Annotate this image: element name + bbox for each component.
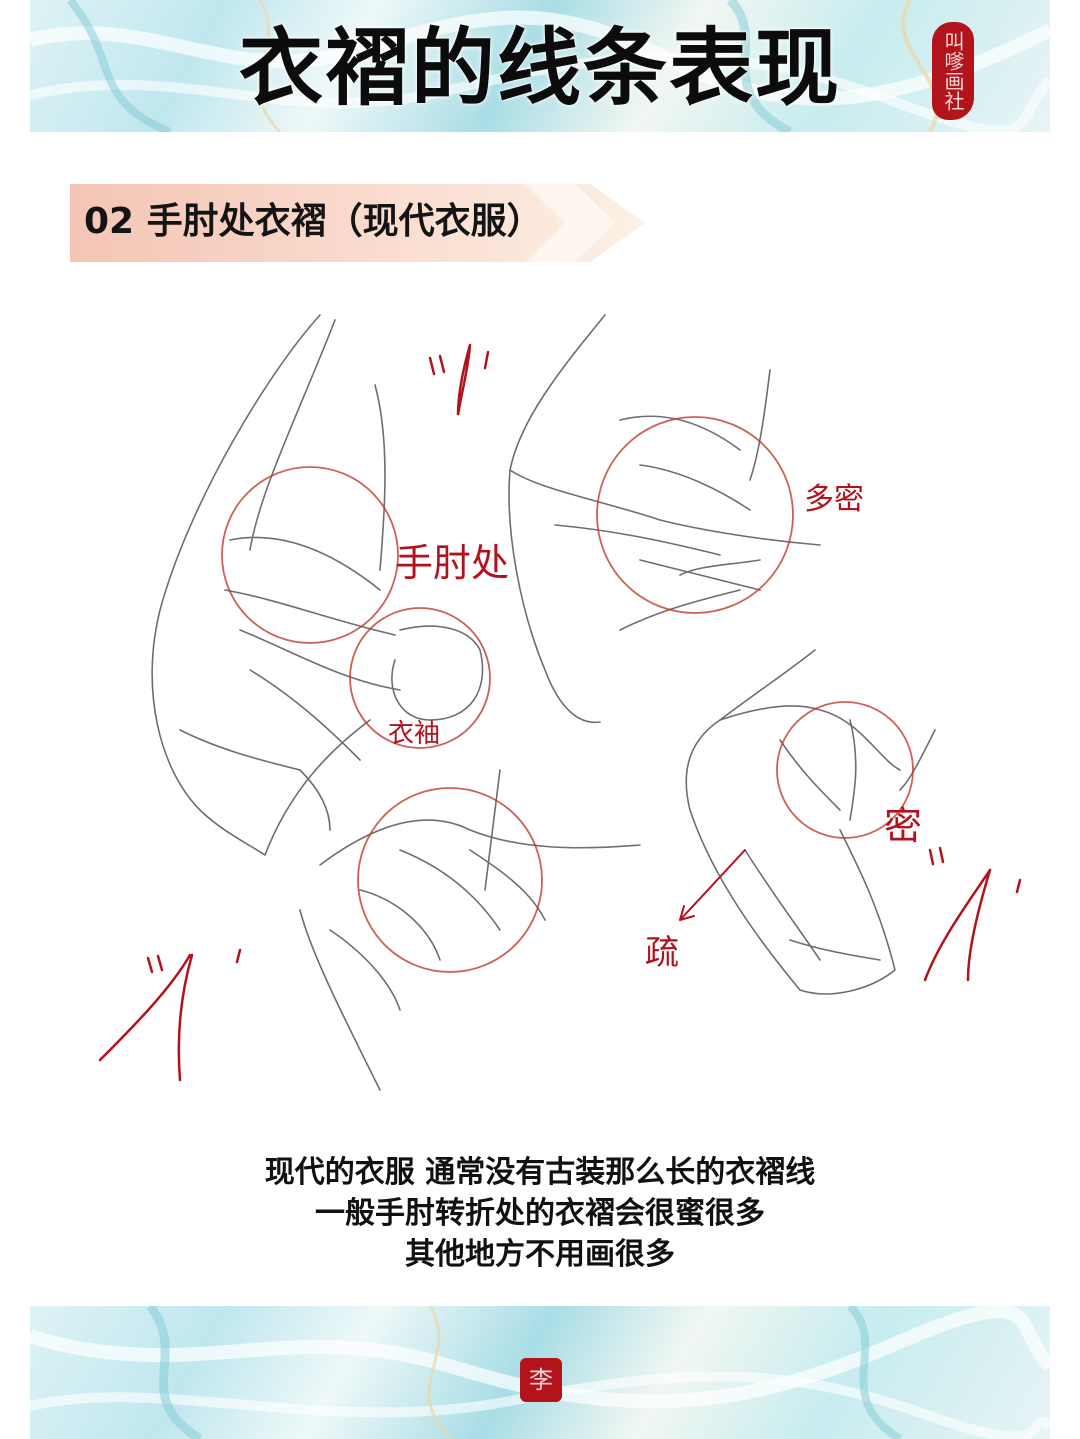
- caption-line-3: 其他地方不用画很多: [405, 1237, 675, 1272]
- annotation-cuff: 衣袖: [388, 719, 441, 749]
- section-title: 02 手肘处衣褶（现代衣服）: [84, 201, 543, 242]
- annotation-elbow: 手肘处: [395, 541, 510, 585]
- top-banner: 衣褶的线条表现: [30, 0, 1050, 132]
- artist-seal: 叫嗲画社: [932, 22, 974, 120]
- sleeve-sketch-illustration: [98, 314, 1022, 1091]
- annotation-many-dense: 多密: [804, 482, 864, 517]
- focus-circle-bottom: [357, 787, 543, 973]
- focus-circle-upper-right: [596, 416, 794, 614]
- annotation-sparse: 疏: [645, 933, 679, 973]
- focus-circle-elbow: [221, 466, 399, 644]
- caption-line-1: 现代的衣服 通常没有古装那么长的衣褶线: [264, 1155, 816, 1190]
- caption-line-2: 一般手肘转折处的衣褶会很蜜很多: [315, 1196, 765, 1231]
- annotation-dense: 密: [884, 804, 923, 848]
- footer-seal: 李: [520, 1358, 562, 1402]
- section-heading: 02 手肘处衣褶（现代衣服）: [70, 184, 645, 262]
- caption: 现代的衣服 通常没有古装那么长的衣褶线 一般手肘转折处的衣褶会很蜜很多 其他地方…: [0, 1152, 1080, 1275]
- page-title: 衣褶的线条表现: [238, 19, 841, 117]
